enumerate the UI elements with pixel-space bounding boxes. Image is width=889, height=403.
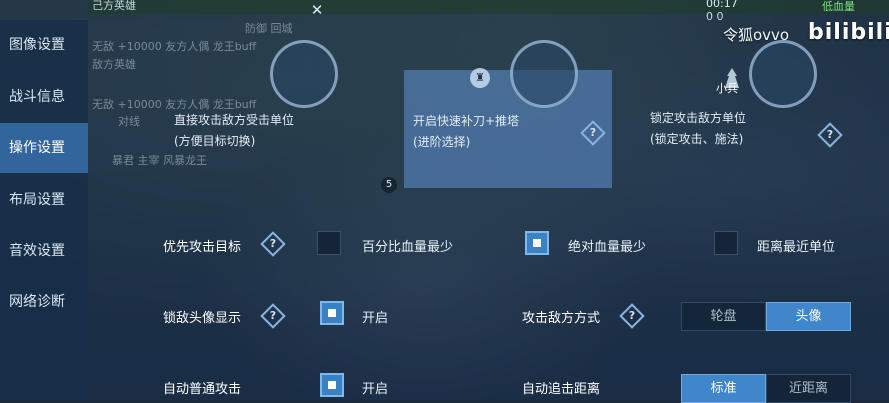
ghost-row5: 对线 bbox=[118, 115, 140, 128]
attack-method-avatar-option[interactable]: 头像 bbox=[766, 302, 851, 331]
sidebar-item-network[interactable]: 网络诊断 bbox=[0, 277, 88, 327]
hero-portrait bbox=[270, 40, 338, 108]
target-mode-text: 开启快速补刀+推塔 (进阶选择) bbox=[413, 114, 520, 149]
priority-option-label: 绝对血量最少 bbox=[568, 240, 647, 255]
low-hp-label: 低血量 bbox=[822, 0, 855, 13]
attack-method-label: 攻击敌方方式 bbox=[522, 311, 601, 326]
match-timer: 00:17 bbox=[706, 0, 738, 10]
target-mode-card-direct[interactable]: 直接攻击敌方受击单位 (方便目标切换) bbox=[150, 40, 364, 188]
priority-option-label: 百分比血量最少 bbox=[362, 240, 454, 255]
help-icon[interactable]: ? bbox=[580, 120, 606, 146]
settings-sidebar: 图像设置 战斗信息 操作设置 布局设置 音效设置 网络诊断 bbox=[0, 20, 88, 400]
priority-lowest-percent-checkbox[interactable] bbox=[317, 231, 341, 255]
hud-top-strip bbox=[88, 0, 889, 14]
priority-nearest-checkbox[interactable] bbox=[714, 231, 738, 255]
hero-portrait bbox=[510, 40, 578, 108]
minion-label: 小兵 bbox=[716, 82, 738, 95]
help-icon[interactable]: ? bbox=[817, 122, 843, 148]
chase-distance-label: 自动追击距离 bbox=[522, 382, 601, 397]
sidebar-item-graphics[interactable]: 图像设置 bbox=[0, 20, 88, 70]
target-mode-text: 锁定攻击敌方单位 (锁定攻击、施法) bbox=[650, 111, 747, 146]
chase-distance-toggle: 标准 近距离 bbox=[681, 374, 851, 403]
auto-attack-option-label: 开启 bbox=[362, 382, 389, 397]
auto-attack-label: 自动普通攻击 bbox=[163, 382, 242, 397]
sidebar-item-layout[interactable]: 布局设置 bbox=[0, 175, 88, 225]
sidebar-item-audio[interactable]: 音效设置 bbox=[0, 226, 88, 276]
attack-method-wheel-option[interactable]: 轮盘 bbox=[681, 302, 766, 331]
hero-portrait bbox=[749, 40, 817, 108]
chase-distance-standard-option[interactable]: 标准 bbox=[681, 374, 766, 403]
auto-attack-checkbox[interactable] bbox=[320, 373, 344, 397]
ghost-row2: 无敌 +10000 友方人偶 龙王buff bbox=[92, 40, 257, 53]
target-mode-text: 直接攻击敌方受击单位 (方便目标切换) bbox=[174, 113, 295, 148]
lock-avatar-checkbox[interactable] bbox=[320, 301, 344, 325]
bilibili-logo: bilibili bbox=[808, 20, 889, 45]
helmet-icon: ♜ bbox=[470, 68, 490, 88]
ally-hero-label: 己方英雄 bbox=[92, 0, 136, 12]
lock-avatar-label: 锁敌头像显示 bbox=[163, 311, 242, 326]
close-icon[interactable]: ✕ bbox=[306, 1, 328, 19]
chase-distance-near-option[interactable]: 近距离 bbox=[766, 374, 851, 403]
ghost-row1: 防御 回城 bbox=[245, 22, 293, 35]
priority-lowest-absolute-checkbox[interactable] bbox=[525, 231, 549, 255]
sidebar-item-battle-info[interactable]: 战斗信息 bbox=[0, 72, 88, 122]
ghost-row3: 敌方英雄 bbox=[92, 58, 136, 71]
kill-score: 0 0 bbox=[706, 10, 724, 23]
map-marker-number: 5 bbox=[381, 177, 397, 193]
attack-method-toggle: 轮盘 头像 bbox=[681, 302, 851, 331]
priority-option-label: 距离最近单位 bbox=[757, 240, 836, 255]
lock-avatar-option-label: 开启 bbox=[362, 311, 389, 326]
target-mode-card-lasthit[interactable]: 开启快速补刀+推塔 (进阶选择) ? bbox=[404, 40, 612, 188]
priority-target-label: 优先攻击目标 bbox=[163, 240, 242, 255]
sidebar-item-controls[interactable]: 操作设置 bbox=[0, 123, 88, 173]
